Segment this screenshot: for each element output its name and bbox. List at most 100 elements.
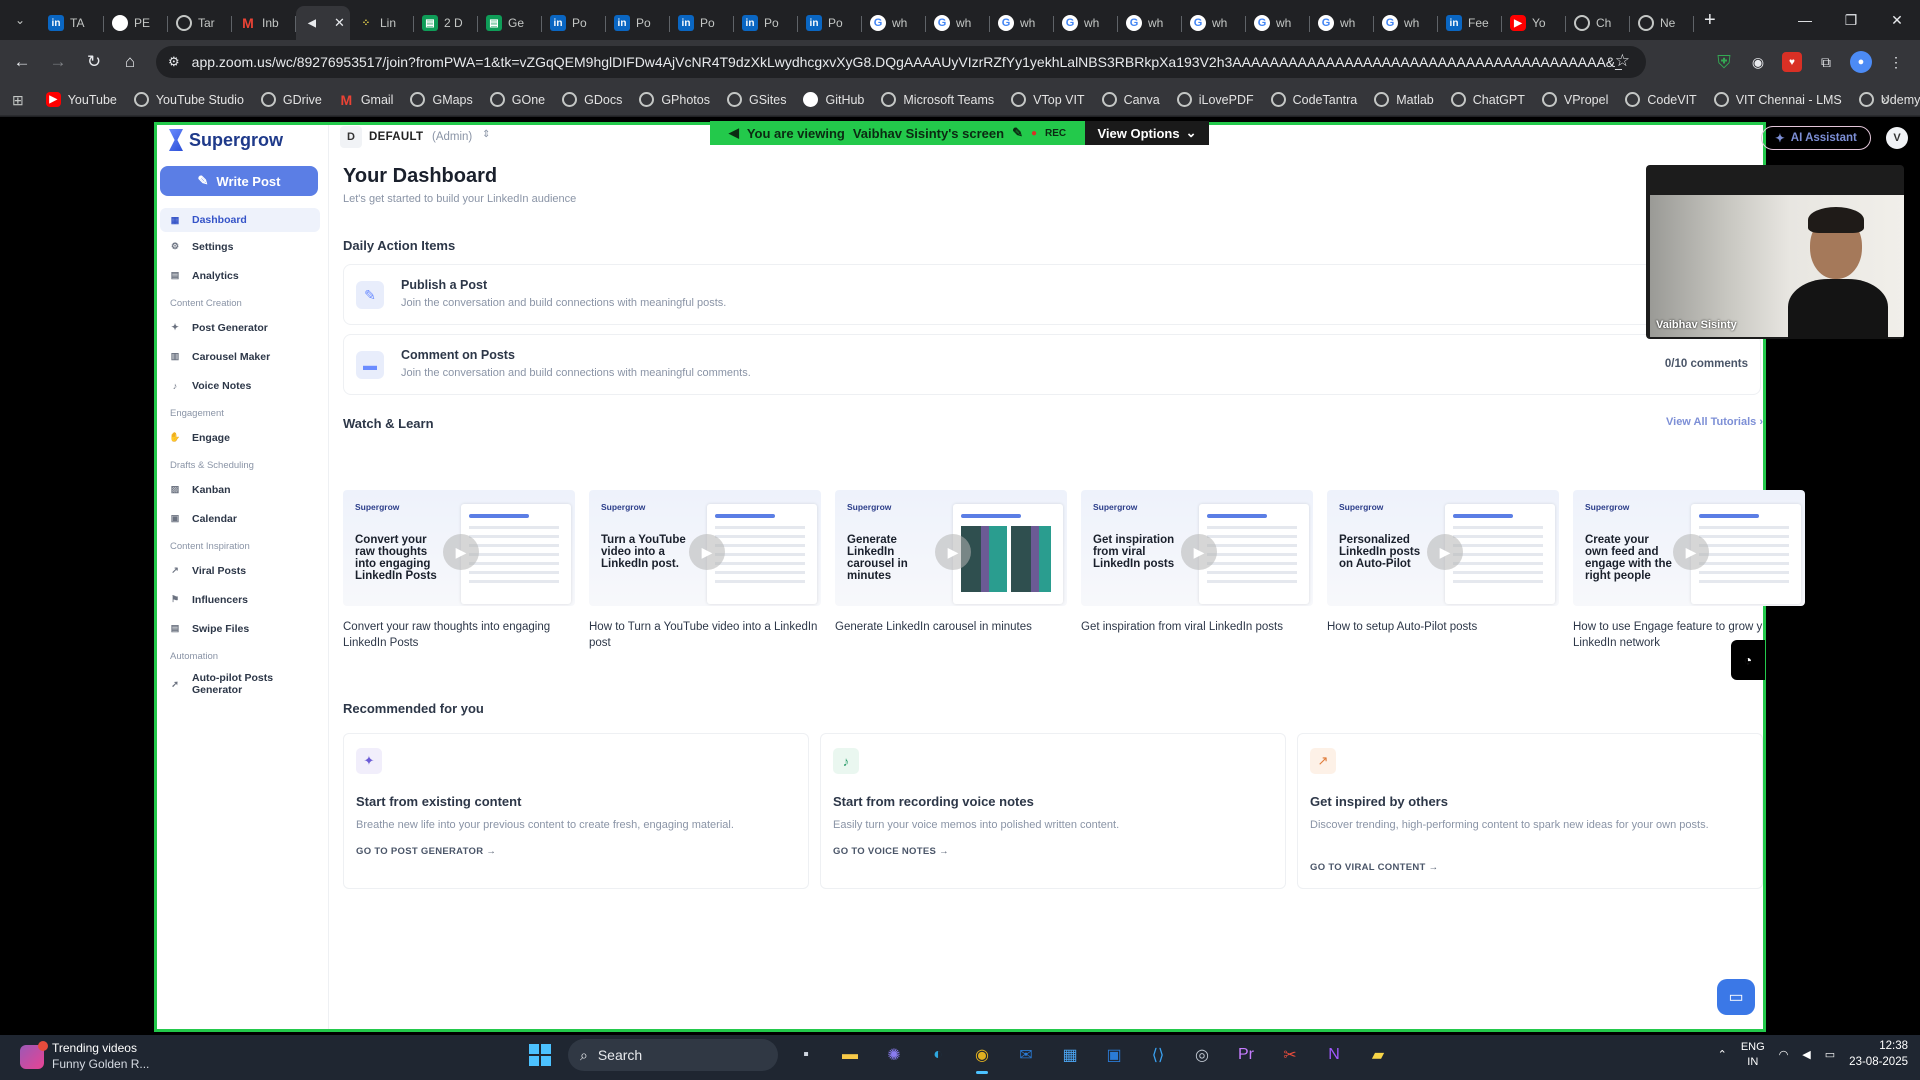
sidebar-item-calendar[interactable]: ▣ Calendar <box>160 504 320 533</box>
bookmark-item[interactable]: GPhotos <box>639 92 710 107</box>
profile-avatar[interactable]: ● <box>1850 51 1872 73</box>
browser-tab[interactable]: Gwh <box>1054 6 1118 40</box>
sidebar-item-viral-posts[interactable]: ↗ Viral Posts <box>160 556 320 585</box>
tutorial-caption[interactable]: How to setup Auto-Pilot posts <box>1327 620 1559 636</box>
sidebar-item-analytics[interactable]: ▤ Analytics <box>160 261 320 290</box>
tutorial-card[interactable]: Supergrow Generate LinkedIn carousel in m… <box>835 490 1067 636</box>
copilot-icon[interactable]: ✺ <box>878 1039 910 1071</box>
extensions-puzzle-icon[interactable]: ⧉ <box>1816 52 1836 72</box>
tutorial-thumbnail[interactable]: Supergrow Convert your raw thoughts into … <box>343 490 575 606</box>
tutorial-caption[interactable]: Get inspiration from viral LinkedIn post… <box>1081 620 1313 636</box>
sidebar-item-autopilot[interactable]: ➚ Auto-pilot Posts Generator <box>160 666 320 704</box>
bookmark-item[interactable]: iLovePDF <box>1176 92 1254 107</box>
camera-extension-icon[interactable]: ◉ <box>1748 52 1768 72</box>
play-icon[interactable]: ▶ <box>443 534 479 570</box>
browser-tab[interactable]: ⁘ Lin <box>350 6 414 40</box>
browser-tab[interactable]: Ch <box>1566 6 1630 40</box>
apps-grid-icon[interactable]: ⊞ <box>12 92 24 108</box>
help-chat-button[interactable]: ▭ <box>1717 979 1755 1015</box>
browser-tab[interactable]: ◀ ✕ <box>296 6 350 40</box>
bookmark-item[interactable]: CodeVIT <box>1625 92 1697 107</box>
browser-tab[interactable]: Tar <box>168 6 232 40</box>
site-info-icon[interactable]: ⚙ <box>168 54 180 70</box>
bookmark-item[interactable]: GOne <box>489 92 545 107</box>
browser-tab[interactable]: Gwh <box>1246 6 1310 40</box>
rec-card-existing-content[interactable]: ✦ Start from existing content Breathe ne… <box>343 733 809 889</box>
tutorial-thumbnail[interactable]: Supergrow Personalized LinkedIn posts on … <box>1327 490 1559 606</box>
browser-tab[interactable]: in Po <box>542 6 606 40</box>
browser-tab[interactable]: ▶ Yo <box>1502 6 1566 40</box>
address-bar[interactable]: ⚙ app.zoom.us/wc/89276953517/join?fromPW… <box>156 46 1646 78</box>
rec-card-voice-notes[interactable]: ♪ Start from recording voice notes Easil… <box>820 733 1286 889</box>
play-icon[interactable]: ▶ <box>1673 534 1709 570</box>
bookmark-item[interactable]: Matlab <box>1374 92 1434 107</box>
onenote-icon[interactable]: N <box>1318 1039 1350 1071</box>
browser-tab[interactable]: Gwh <box>1182 6 1246 40</box>
browser-tab[interactable]: ▤ 2 D <box>414 6 478 40</box>
write-post-button[interactable]: ✎ Write Post <box>160 166 318 196</box>
bookmark-item[interactable]: CodeTantra <box>1270 92 1357 107</box>
restore-button[interactable]: ❐ <box>1828 0 1874 40</box>
go-to-post-generator-link[interactable]: GO TO POST GENERATOR → <box>356 846 496 857</box>
obs-icon[interactable]: ◎ <box>1186 1039 1218 1071</box>
action-card-publish[interactable]: ✎ Publish a Post Join the conversation a… <box>343 264 1761 325</box>
bookmark-star-icon[interactable]: ☆ <box>1615 51 1630 71</box>
sidebar-item-carousel-maker[interactable]: ▥ Carousel Maker <box>160 342 320 371</box>
wifi-icon[interactable]: ◠ <box>1779 1048 1789 1061</box>
tutorial-caption[interactable]: Generate LinkedIn carousel in minutes <box>835 620 1067 636</box>
sidebar-item-kanban[interactable]: ▨ Kanban <box>160 475 320 504</box>
bookmark-item[interactable]: Microsoft Teams <box>881 92 994 107</box>
tutorial-caption[interactable]: Convert your raw thoughts into engaging … <box>343 620 575 651</box>
browser-tab[interactable]: M Inb <box>232 6 296 40</box>
sidebar-item-swipe-files[interactable]: ▤ Swipe Files <box>160 614 320 643</box>
browser-tab[interactable]: PE <box>104 6 168 40</box>
sidebar-item-post-generator[interactable]: ✦ Post Generator <box>160 313 320 342</box>
go-to-voice-notes-link[interactable]: GO TO VOICE NOTES → <box>833 846 949 857</box>
volume-icon[interactable]: ◀ <box>1802 1048 1810 1061</box>
calendar-app-icon[interactable]: ▣ <box>1098 1039 1130 1071</box>
bookmark-item[interactable]: GitHub <box>803 92 864 107</box>
bookmark-item[interactable]: M Gmail <box>339 92 393 108</box>
battery-icon[interactable]: ▭ <box>1825 1048 1835 1061</box>
side-chat-tab[interactable]: ◔ <box>1731 640 1765 680</box>
workspace-name[interactable]: DEFAULT <box>369 131 423 143</box>
participant-video-tile[interactable]: Vaibhav Sisinty <box>1646 165 1904 339</box>
tutorial-card[interactable]: Supergrow Personalized LinkedIn posts on … <box>1327 490 1559 636</box>
workspace-badge[interactable]: D <box>340 126 362 148</box>
bookmark-item[interactable]: VIT Chennai - LMS <box>1713 92 1842 107</box>
browser-tab[interactable]: Gwh <box>1118 6 1182 40</box>
sticky-notes-icon[interactable]: ▰ <box>1362 1039 1394 1071</box>
taskbar-search[interactable]: ⌕ Search <box>568 1039 778 1071</box>
tab-search-button[interactable]: ⌄ <box>6 6 34 34</box>
back-button[interactable]: ← <box>4 44 40 80</box>
supergrow-logo[interactable]: Supergrow <box>169 129 283 151</box>
edge-icon[interactable]: ◐ <box>922 1039 954 1071</box>
sidebar-item-engage[interactable]: ✋ Engage <box>160 423 320 452</box>
tutorial-card[interactable]: Supergrow Convert your raw thoughts into … <box>343 490 575 651</box>
view-all-tutorials-link[interactable]: View All Tutorials › <box>1666 416 1763 428</box>
browser-tab[interactable]: Gwh <box>926 6 990 40</box>
sidebar-item-settings[interactable]: ⚙ Settings <box>160 232 320 261</box>
start-button[interactable] <box>524 1039 556 1071</box>
sidebar-item-influencers[interactable]: ⚑ Influencers <box>160 585 320 614</box>
reload-button[interactable]: ↻ <box>76 44 112 80</box>
close-window-button[interactable]: ✕ <box>1874 0 1920 40</box>
bookmark-item[interactable]: ChatGPT <box>1450 92 1525 107</box>
browser-tab[interactable]: ▤ Ge <box>478 6 542 40</box>
forward-button[interactable]: → <box>40 44 76 80</box>
url-text[interactable]: app.zoom.us/wc/89276953517/join?fromPWA=… <box>192 54 1622 70</box>
play-icon[interactable]: ▶ <box>935 534 971 570</box>
minimize-button[interactable]: — <box>1782 0 1828 40</box>
bookmark-item[interactable]: Canva <box>1101 92 1160 107</box>
store-icon[interactable]: ▦ <box>1054 1039 1086 1071</box>
browser-tab[interactable]: in Po <box>606 6 670 40</box>
bookmark-item[interactable]: GDrive <box>260 92 322 107</box>
play-icon[interactable]: ▶ <box>1181 534 1217 570</box>
sidebar-item-voice-notes[interactable]: ♪ Voice Notes <box>160 371 320 400</box>
shield-extension-icon[interactable]: ⛨ <box>1714 52 1734 72</box>
view-options-button[interactable]: View Options ⌄ <box>1085 121 1209 145</box>
browser-tab[interactable]: in Po <box>670 6 734 40</box>
chrome-icon[interactable]: ◉ <box>966 1039 998 1074</box>
snipping-tool-icon[interactable]: ✂ <box>1274 1039 1306 1071</box>
browser-tab[interactable]: in Po <box>798 6 862 40</box>
